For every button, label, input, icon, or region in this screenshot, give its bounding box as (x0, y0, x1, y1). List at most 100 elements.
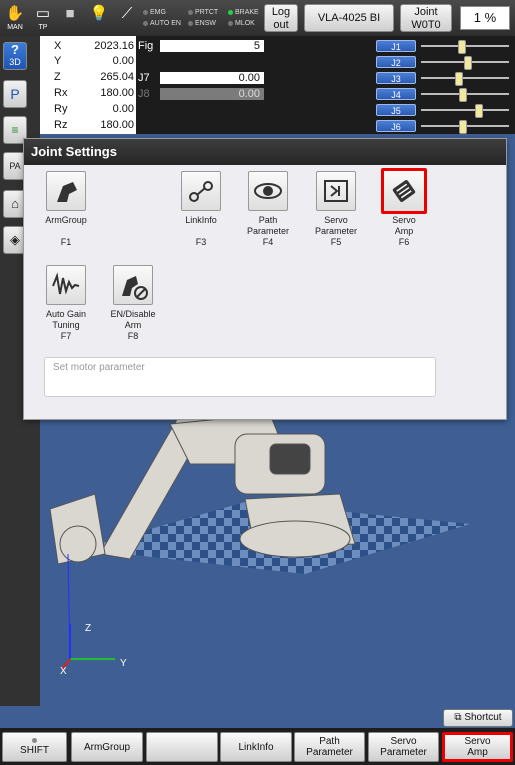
fig-label: Fig (138, 40, 154, 52)
stop-icon[interactable]: ■ (57, 4, 83, 34)
joint-coord-title: Joint (414, 6, 438, 18)
dialog-title: Joint Settings (24, 139, 506, 165)
aux-axes-panel: Fig 5 J7 0.00 J8 0.00 (136, 36, 371, 134)
indicators-group-3: BRAKE MLOK (228, 7, 259, 29)
coord-value: 180.00 (100, 87, 134, 99)
auto-gain-label2: Tuning (52, 320, 80, 330)
path-parameter-label1: Path (258, 215, 278, 225)
coord-value: 265.04 (100, 71, 134, 83)
joint-button-j4[interactable]: J4 (376, 88, 416, 100)
fkey-label: Parameter (306, 747, 353, 758)
pendant-icon[interactable]: ▭ TP (30, 4, 56, 34)
coord-row: X 2023.16 (40, 39, 136, 54)
coord-value: 180.00 (100, 119, 134, 131)
fkey-empty[interactable] (146, 732, 218, 762)
en-disable-key: F8 (127, 331, 139, 341)
path-parameter-label2: Parameter (246, 226, 290, 236)
joint-slider-j2[interactable] (421, 56, 509, 70)
joint-slider-j1[interactable] (421, 40, 509, 54)
slider-knob[interactable] (458, 120, 467, 134)
coord-label: Rx (54, 87, 68, 99)
cartesian-position-panel: X 2023.16 Y 0.00 Z 265.04 Rx 180.00 Ry 0.00 R… (40, 36, 136, 134)
link-info-label: LinkInfo (185, 215, 217, 225)
indicators-group-1: EMG AUTO EN (143, 7, 181, 29)
path-parameter-icon (248, 171, 288, 211)
joint-slider-j3[interactable] (421, 72, 509, 86)
coord-row: Ry 0.00 (40, 102, 136, 117)
fkey-linkinfo[interactable]: LinkInfo (220, 732, 292, 762)
coord-label: Y (54, 55, 62, 67)
arm-group-icon (46, 171, 86, 211)
coord-value: 0.00 (112, 103, 134, 115)
slider-knob[interactable] (463, 56, 472, 70)
joint-slider-j5[interactable] (421, 104, 509, 118)
joint-settings-dialog: Joint Settings ArmGroup F1 LinkInfo F3 P… (23, 138, 507, 420)
position-icon[interactable]: P (3, 80, 27, 108)
coord-row: Rz 180.00 (40, 118, 136, 133)
fkey-label: LinkInfo (238, 741, 274, 753)
shift-button[interactable]: SHIFT (2, 732, 67, 762)
coord-value: 0.00 (112, 55, 134, 67)
shift-label: SHIFT (20, 745, 49, 756)
servo-parameter-button[interactable]: Servo Parameter F5 (304, 171, 368, 248)
fkey-armgroup[interactable]: ArmGroup (71, 732, 143, 762)
speed-display[interactable]: 1 % (460, 6, 510, 30)
arm-group-button[interactable]: ArmGroup F1 (34, 171, 98, 248)
hand-icon[interactable]: ✋ MAN (2, 4, 28, 34)
indicators-group-2: PRTCT ENSW (188, 7, 218, 29)
joint-coord-button[interactable]: Joint W0T0 (400, 4, 452, 32)
coord-label: Z (54, 71, 61, 83)
robot-model-button[interactable]: VLA-4025 BI (304, 4, 394, 32)
fkey-servo-parameter[interactable]: Servo Parameter (368, 732, 439, 762)
waveform-icon (46, 265, 86, 305)
servo-amp-button[interactable]: Servo Amp F6 (372, 168, 436, 248)
j8-label: J8 (138, 88, 150, 100)
fig-value[interactable]: 5 (160, 40, 264, 52)
coord-value: 2023.16 (94, 40, 134, 52)
mode-label: MAN (7, 24, 23, 31)
view-3d-button[interactable]: ? 3D (3, 42, 27, 70)
auto-en-indicator: AUTO EN (150, 20, 181, 27)
servo-amp-icon (381, 168, 427, 214)
j7-value: 0.00 (160, 72, 264, 84)
view-3d-label: 3D (9, 57, 21, 67)
joint-button-j5[interactable]: J5 (376, 104, 416, 116)
servo-amp-label2: Amp (394, 226, 414, 236)
fkey-label: Path (319, 736, 340, 747)
en-disable-arm-button[interactable]: EN/Disable Arm F8 (101, 265, 165, 342)
slider-knob[interactable] (457, 40, 466, 54)
path-parameter-key: F4 (262, 237, 274, 247)
joint-button-j3[interactable]: J3 (376, 72, 416, 84)
servo-parameter-label1: Servo (324, 215, 348, 225)
joint-slider-j6[interactable] (421, 120, 509, 134)
fkey-label: Servo (464, 736, 491, 747)
joint-button-j6[interactable]: J6 (376, 120, 416, 132)
servo-parameter-label2: Parameter (314, 226, 358, 236)
slider-knob[interactable] (455, 72, 464, 86)
link-info-icon (181, 171, 221, 211)
wrench-icon[interactable]: ⟋ (114, 4, 140, 34)
link-info-button[interactable]: LinkInfo F3 (169, 171, 233, 248)
brake-indicator: BRAKE (235, 9, 259, 16)
status-bar: ✋ MAN ▭ TP ■ 💡 ⟋ EMG AUTO EN PRTCT ENSW BR… (0, 0, 515, 36)
servo-amp-key: F6 (398, 237, 410, 247)
joint-button-j1[interactable]: J1 (376, 40, 416, 52)
function-key-bar: SHIFT ArmGroup LinkInfo Path Parameter Se… (0, 728, 515, 765)
ensw-indicator: ENSW (195, 20, 216, 27)
logout-button[interactable]: Log out (264, 4, 298, 32)
prtct-indicator: PRTCT (195, 9, 219, 16)
shortcut-button[interactable]: ⧉ Shortcut (443, 709, 513, 727)
joint-button-j2[interactable]: J2 (376, 56, 416, 68)
slider-knob[interactable] (475, 104, 484, 118)
servo-parameter-key: F5 (330, 237, 342, 247)
fkey-path-parameter[interactable]: Path Parameter (294, 732, 365, 762)
shortcut-icon: ⧉ (454, 712, 465, 723)
lamp-icon[interactable]: 💡 (86, 4, 112, 34)
fkey-servo-amp[interactable]: Servo Amp (442, 732, 513, 762)
slider-knob[interactable] (458, 88, 467, 102)
joint-slider-j4[interactable] (421, 88, 509, 102)
coord-label: X (54, 40, 62, 52)
auto-gain-tuning-button[interactable]: Auto Gain Tuning F7 (34, 265, 98, 342)
path-parameter-button[interactable]: Path Parameter F4 (236, 171, 300, 248)
arm-group-key: F1 (60, 237, 72, 247)
